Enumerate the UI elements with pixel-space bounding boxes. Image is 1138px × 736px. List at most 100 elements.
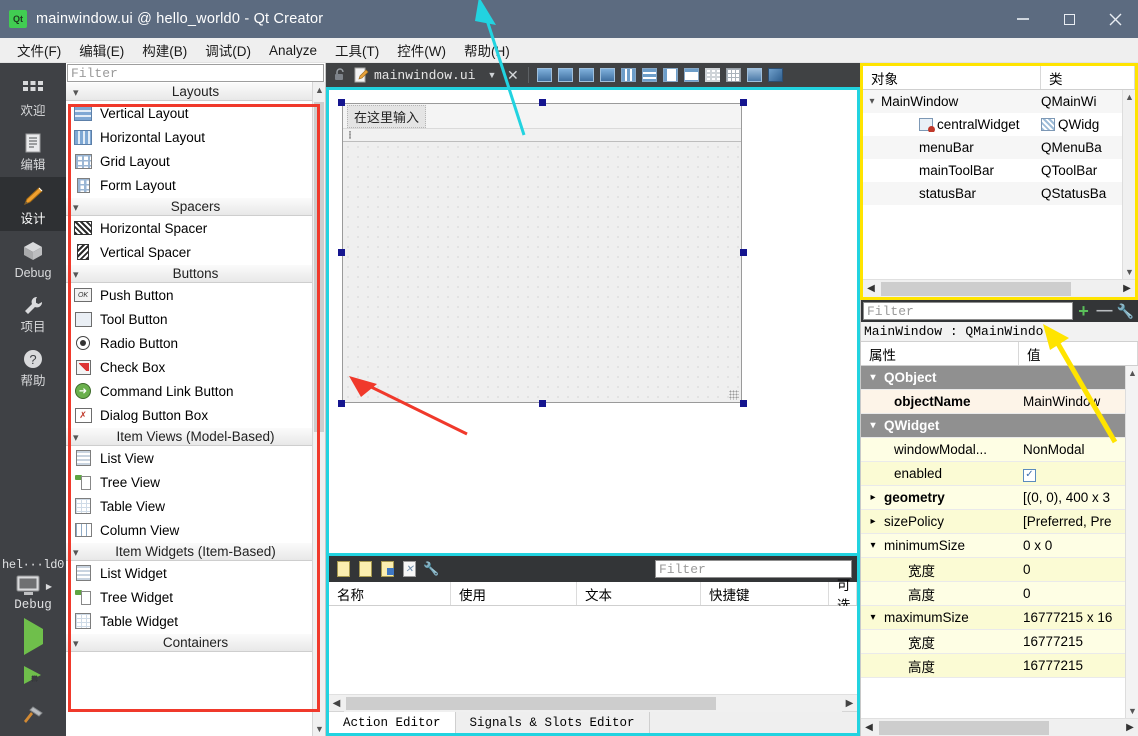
kit-selector[interactable]: hel···ld0 ▶ Debug xyxy=(0,558,66,616)
property-group-qobject[interactable]: ▾ QObject xyxy=(861,366,1138,390)
close-document-icon[interactable]: ✕ xyxy=(502,65,523,85)
scroll-track[interactable] xyxy=(877,719,1122,736)
property-value[interactable]: 0 xyxy=(1019,586,1138,601)
property-row-windowmodality[interactable]: windowModal... NonModal xyxy=(861,438,1138,462)
widget-box-section-layouts[interactable]: ▾ Layouts xyxy=(66,82,325,101)
action-col-used[interactable]: 使用 xyxy=(451,582,577,605)
edit-signals-slots-icon[interactable] xyxy=(555,65,576,85)
property-editor-filter-input[interactable]: Filter xyxy=(863,302,1073,320)
close-button[interactable] xyxy=(1092,0,1138,38)
mode-welcome[interactable]: 欢迎 xyxy=(0,69,66,123)
form-editor-canvas[interactable]: 在这里输入 xyxy=(326,87,860,556)
edit-widgets-icon[interactable] xyxy=(534,65,555,85)
widget-item-radio-button[interactable]: Radio Button xyxy=(66,331,325,355)
widget-item-list-widget[interactable]: List Widget xyxy=(66,561,325,585)
toolbar-preview[interactable] xyxy=(343,129,741,142)
property-row-minimumsize-width[interactable]: 宽度 0 xyxy=(861,558,1138,582)
chevron-down-icon[interactable]: ▾ xyxy=(863,96,881,107)
object-inspector-vscrollbar[interactable]: ▲ ▼ xyxy=(1122,90,1135,279)
tab-action-editor[interactable]: Action Editor xyxy=(329,712,456,733)
run-button[interactable] xyxy=(0,616,66,656)
object-col-object[interactable]: 对象 xyxy=(863,66,1041,89)
menu-debug[interactable]: 调试(D) xyxy=(196,38,260,62)
chevron-right-icon[interactable]: ▸ xyxy=(865,492,881,503)
toolbar-drag-handle-icon[interactable] xyxy=(349,131,351,139)
scrollbar-thumb[interactable] xyxy=(346,696,716,710)
tree-row-statusbar[interactable]: statusBar QStatusBa xyxy=(863,182,1135,205)
property-col-value[interactable]: 值 xyxy=(1019,342,1138,365)
menu-widgets[interactable]: 控件(W) xyxy=(388,38,455,62)
property-col-name[interactable]: 属性 xyxy=(861,342,1019,365)
widget-item-horizontal-layout[interactable]: Horizontal Layout xyxy=(66,125,325,149)
selection-handle-bottom-right[interactable] xyxy=(740,400,747,407)
selection-handle-top-left[interactable] xyxy=(338,99,345,106)
widget-item-command-link-button[interactable]: ➜ Command Link Button xyxy=(66,379,325,403)
menu-analyze[interactable]: Analyze xyxy=(260,41,326,60)
scrollbar-thumb[interactable] xyxy=(881,281,1071,296)
layout-vertically-icon[interactable] xyxy=(639,65,660,85)
widget-item-tree-view[interactable]: Tree View xyxy=(66,470,325,494)
chevron-left-icon[interactable]: ◀ xyxy=(861,719,877,736)
action-editor-rows[interactable] xyxy=(329,606,857,694)
selection-handle-mid-right[interactable] xyxy=(740,249,747,256)
action-col-text[interactable]: 文本 xyxy=(577,582,701,605)
widget-box-section-containers[interactable]: ▾ Containers xyxy=(66,633,325,652)
layout-grid-icon[interactable] xyxy=(723,65,744,85)
property-row-geometry[interactable]: ▸ geometry [(0, 0), 400 x 3 xyxy=(861,486,1138,510)
layout-splitter-vertical-icon[interactable] xyxy=(681,65,702,85)
widget-item-form-layout[interactable]: Form Layout xyxy=(66,173,325,197)
scroll-track[interactable] xyxy=(344,694,842,712)
property-value[interactable]: 0 x 0 xyxy=(1019,538,1138,553)
widget-box-scrollbar[interactable]: ▲ ▼ xyxy=(312,82,325,736)
widget-item-list-view[interactable]: List View xyxy=(66,446,325,470)
chevron-right-icon[interactable]: ▶ xyxy=(1119,280,1135,298)
widget-item-vertical-spacer[interactable]: Vertical Spacer xyxy=(66,240,325,264)
tree-row-menubar[interactable]: menuBar QMenuBa xyxy=(863,136,1135,159)
chevron-left-icon[interactable]: ◀ xyxy=(863,280,879,298)
property-row-minimumsize-height[interactable]: 高度 0 xyxy=(861,582,1138,606)
layout-form-icon[interactable] xyxy=(702,65,723,85)
action-editor-hscrollbar[interactable]: ◀ ▶ xyxy=(329,694,857,712)
scroll-up-icon[interactable]: ▲ xyxy=(1123,90,1135,104)
menu-file[interactable]: 文件(F) xyxy=(8,38,70,62)
menubar-preview[interactable]: 在这里输入 xyxy=(343,104,741,129)
property-value[interactable]: 16777215 xyxy=(1019,634,1138,649)
selection-handle-bottom-left[interactable] xyxy=(338,400,345,407)
selection-handle-mid-left[interactable] xyxy=(338,249,345,256)
chevron-down-icon[interactable]: ▾ xyxy=(865,372,881,383)
widget-item-table-view[interactable]: Table View xyxy=(66,494,325,518)
tree-row-maintoolbar[interactable]: mainToolBar QToolBar xyxy=(863,159,1135,182)
widget-box-section-item-widgets[interactable]: ▾ Item Widgets (Item-Based) xyxy=(66,542,325,561)
object-inspector-tree[interactable]: ▾ MainWindow QMainWi centralWidget QWidg xyxy=(863,90,1135,279)
edit-tab-order-icon[interactable] xyxy=(597,65,618,85)
chevron-down-icon[interactable]: ▾ xyxy=(865,612,881,623)
menu-build[interactable]: 构建(B) xyxy=(133,38,196,62)
action-col-checkable[interactable]: 可选 xyxy=(829,578,857,613)
chevron-down-icon[interactable]: ▾ xyxy=(865,540,881,551)
designed-mainwindow-preview[interactable]: 在这里输入 xyxy=(342,103,742,403)
tab-signals-slots-editor[interactable]: Signals & Slots Editor xyxy=(456,712,650,733)
property-value[interactable]: [(0, 0), 400 x 3 xyxy=(1019,490,1138,505)
menu-type-here-placeholder[interactable]: 在这里输入 xyxy=(347,104,427,128)
widget-item-column-view[interactable]: Column View xyxy=(66,518,325,542)
central-widget-preview[interactable] xyxy=(343,142,741,402)
menu-tools[interactable]: 工具(T) xyxy=(326,38,388,62)
widget-box-section-buttons[interactable]: ▾ Buttons xyxy=(66,264,325,283)
property-editor-rows[interactable]: ▾ QObject objectName MainWindow ▾ QWidge… xyxy=(861,366,1138,718)
maximize-button[interactable] xyxy=(1046,0,1092,38)
mode-help[interactable]: ? 帮助 xyxy=(0,339,66,393)
action-view-mode-icon[interactable]: 🔧 xyxy=(422,560,441,579)
widget-item-dialog-button-box[interactable]: ✗ Dialog Button Box xyxy=(66,403,325,427)
mode-edit[interactable]: 编辑 xyxy=(0,123,66,177)
action-col-shortcut[interactable]: 快捷键 xyxy=(701,582,829,605)
chevron-right-icon[interactable]: ▶ xyxy=(1122,719,1138,736)
property-editor-vscrollbar[interactable]: ▲ ▼ xyxy=(1125,366,1138,718)
tree-row-centralwidget[interactable]: centralWidget QWidg xyxy=(863,113,1135,136)
scroll-up-icon[interactable]: ▲ xyxy=(313,82,325,97)
widget-item-check-box[interactable]: Check Box xyxy=(66,355,325,379)
add-dynamic-property-icon[interactable]: + xyxy=(1073,301,1094,321)
new-action-icon[interactable] xyxy=(334,560,353,579)
selection-handle-top-center[interactable] xyxy=(539,99,546,106)
mode-design[interactable]: 设计 xyxy=(0,177,66,231)
delete-action-icon[interactable]: ✕ xyxy=(400,560,419,579)
